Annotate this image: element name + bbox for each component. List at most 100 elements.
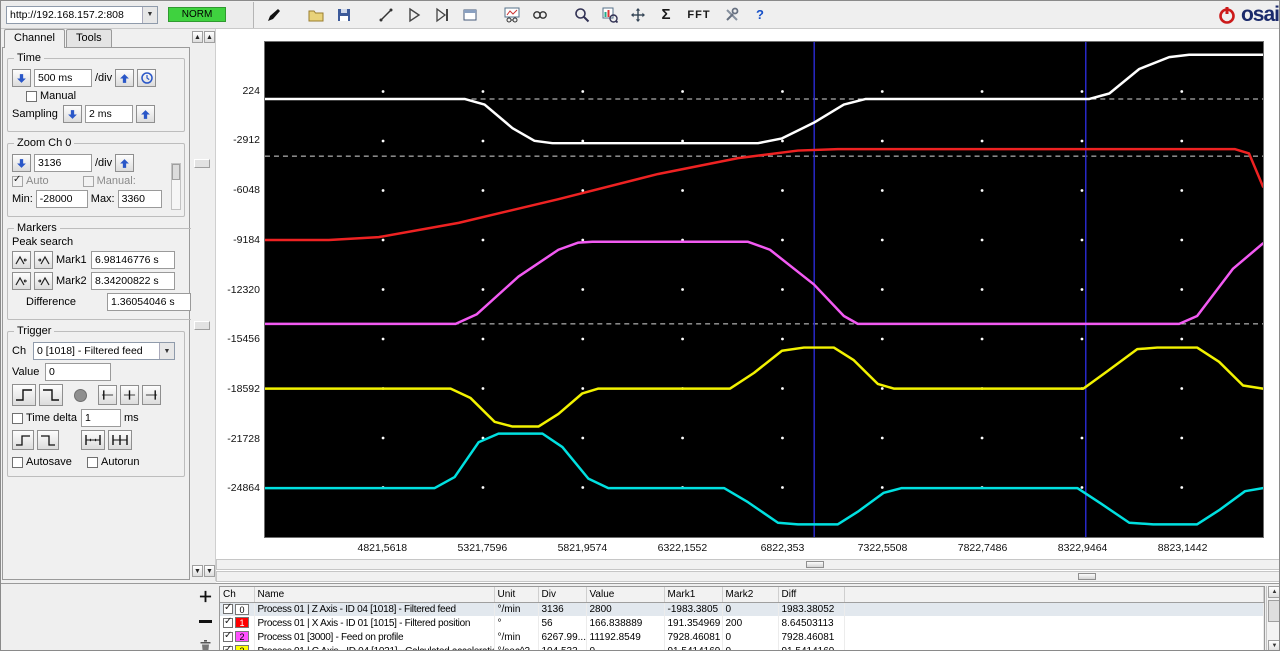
difference-value-input[interactable] xyxy=(107,293,191,311)
channel-row[interactable]: 0 Process 01 | Z Axis - ID 04 [1018] - Fi… xyxy=(220,602,1264,616)
marker-pen-button[interactable] xyxy=(262,3,286,27)
trigger-channel-select[interactable]: 0 [1018] - Filtered feed ▼ xyxy=(33,342,175,360)
column-header[interactable]: Ch xyxy=(220,587,255,603)
zoom-increase-button[interactable] xyxy=(115,154,135,172)
zoom-min-input[interactable] xyxy=(35,190,88,208)
channel-row[interactable]: 3 Process 01 | C Axis - ID 04 [1021] - Ca… xyxy=(220,644,1264,650)
scroll-up-button-2[interactable]: ▲ xyxy=(204,31,215,43)
table-scrollbar-thumb[interactable] xyxy=(1268,600,1279,622)
scroll-down-button-2[interactable]: ▼ xyxy=(204,565,215,577)
time-reset-button[interactable] xyxy=(137,69,157,87)
zoom-button[interactable] xyxy=(570,3,594,27)
delete-all-button[interactable] xyxy=(195,638,215,650)
time-delta-checkbox[interactable] xyxy=(12,412,23,424)
column-header[interactable]: Unit xyxy=(494,587,539,603)
help-button[interactable]: ? xyxy=(748,3,772,27)
mark1-slider-thumb[interactable] xyxy=(806,561,825,568)
table-scroll-down-button[interactable]: ▼ xyxy=(1268,640,1279,650)
mark1-value-input[interactable] xyxy=(91,251,175,269)
zoom-max-input[interactable] xyxy=(117,190,162,208)
channel-visible-checkbox[interactable] xyxy=(223,616,233,628)
mark2-slider[interactable] xyxy=(216,571,1279,582)
open-file-button[interactable] xyxy=(304,3,328,27)
channel-value: 2800 xyxy=(586,602,665,616)
zoom-scrollbar-thumb[interactable] xyxy=(172,164,180,180)
delta-window-button[interactable] xyxy=(108,430,132,450)
slope-tool-button[interactable] xyxy=(374,3,398,27)
time-per-div-input[interactable] xyxy=(34,69,92,87)
table-scroll-up-button[interactable]: ▲ xyxy=(1268,586,1279,598)
y-axis-label: -12320 xyxy=(227,283,260,296)
trigger-channel-dropdown-icon[interactable]: ▼ xyxy=(159,343,174,359)
address-dropdown-icon[interactable]: ▼ xyxy=(142,6,157,23)
run-to-end-button[interactable] xyxy=(430,3,454,27)
trigger-position-right-button[interactable] xyxy=(142,385,161,405)
mark2-value-input[interactable] xyxy=(91,272,175,290)
mark2-slider-thumb[interactable] xyxy=(1078,573,1097,580)
waveform-plot[interactable] xyxy=(264,41,1264,538)
column-header[interactable]: Diff xyxy=(778,587,845,603)
sampling-increase-button[interactable] xyxy=(136,105,155,123)
table-scrollbar[interactable]: ▲ ▼ xyxy=(1266,586,1279,650)
trigger-position-center-button[interactable] xyxy=(120,385,139,405)
zoom-chart-button[interactable] xyxy=(598,3,622,27)
column-header[interactable]: Value xyxy=(586,587,665,603)
channel-visible-checkbox[interactable] xyxy=(223,644,233,650)
column-header[interactable]: Name xyxy=(254,587,495,603)
remove-channel-button[interactable] xyxy=(195,613,215,629)
mark2-peak-right-button[interactable] xyxy=(34,272,53,290)
tab-channel[interactable]: Channel xyxy=(4,29,65,48)
scroll-down-button[interactable]: ▼ xyxy=(192,565,203,577)
channel-row[interactable]: 2 Process 01 [3000] - Feed on profile°/mi… xyxy=(220,630,1264,644)
splitter-grip[interactable] xyxy=(194,321,210,330)
channel-row[interactable]: 1 Process 01 | X Axis - ID 01 [1015] - Fi… xyxy=(220,616,1264,630)
trigger-position-left-button[interactable] xyxy=(98,385,117,405)
time-delta-input[interactable] xyxy=(81,409,121,427)
mark1-slider[interactable] xyxy=(216,559,1279,570)
play-button[interactable] xyxy=(402,3,426,27)
toolbar: http://192.168.157.2:808 ▼ NORM Σ FFT ? … xyxy=(1,1,1279,29)
column-header[interactable]: Mark1 xyxy=(664,587,723,603)
time-increase-button[interactable] xyxy=(115,69,135,87)
address-value[interactable]: http://192.168.157.2:808 xyxy=(7,9,142,21)
fft-button[interactable]: FFT xyxy=(682,3,716,27)
autorun-checkbox[interactable] xyxy=(87,456,98,468)
zoom-auto-checkbox[interactable] xyxy=(12,174,23,187)
sampling-input[interactable] xyxy=(85,105,133,123)
time-decrease-button[interactable] xyxy=(12,69,31,87)
splitter-grip[interactable] xyxy=(194,159,210,168)
column-header[interactable]: Mark2 xyxy=(722,587,779,603)
mark1-peak-right-button[interactable] xyxy=(34,251,53,269)
chart-view-button[interactable] xyxy=(500,3,524,27)
tab-tools[interactable]: Tools xyxy=(65,29,112,47)
zoom-manual-checkbox[interactable] xyxy=(82,175,94,187)
trigger-rising-edge-button[interactable] xyxy=(12,384,36,406)
zoom-scrollbar[interactable] xyxy=(171,163,181,210)
zoom-per-div-input[interactable] xyxy=(34,154,92,172)
zoom-decrease-button[interactable] xyxy=(12,154,31,172)
delta-span-button[interactable] xyxy=(81,430,105,450)
scroll-up-button[interactable]: ▲ xyxy=(192,31,203,43)
time-manual-checkbox[interactable] xyxy=(26,90,37,102)
autosave-checkbox[interactable] xyxy=(12,456,23,468)
channel-value: 166.838889 xyxy=(586,616,665,630)
delta-rising-edge-button[interactable] xyxy=(12,430,34,450)
address-combo[interactable]: http://192.168.157.2:808 ▼ xyxy=(6,5,158,24)
window-button[interactable] xyxy=(458,3,482,27)
trigger-value-input[interactable] xyxy=(45,363,111,381)
delta-falling-edge-button[interactable] xyxy=(37,430,59,450)
channel-visible-checkbox[interactable] xyxy=(223,602,233,615)
trigger-falling-edge-button[interactable] xyxy=(39,384,63,406)
sum-button[interactable]: Σ xyxy=(654,3,678,27)
settings-button[interactable] xyxy=(720,3,744,27)
column-header[interactable]: Div xyxy=(538,587,587,603)
pan-button[interactable] xyxy=(626,3,650,27)
channel-visible-checkbox[interactable] xyxy=(223,630,233,642)
search-view-button[interactable] xyxy=(528,3,552,27)
sampling-decrease-button[interactable] xyxy=(63,105,82,123)
save-button[interactable] xyxy=(332,3,356,27)
add-channel-button[interactable] xyxy=(195,588,215,604)
trigger-channel-value[interactable]: 0 [1018] - Filtered feed xyxy=(34,345,159,357)
mark2-peak-left-button[interactable] xyxy=(12,272,31,290)
mark1-peak-left-button[interactable] xyxy=(12,251,31,269)
